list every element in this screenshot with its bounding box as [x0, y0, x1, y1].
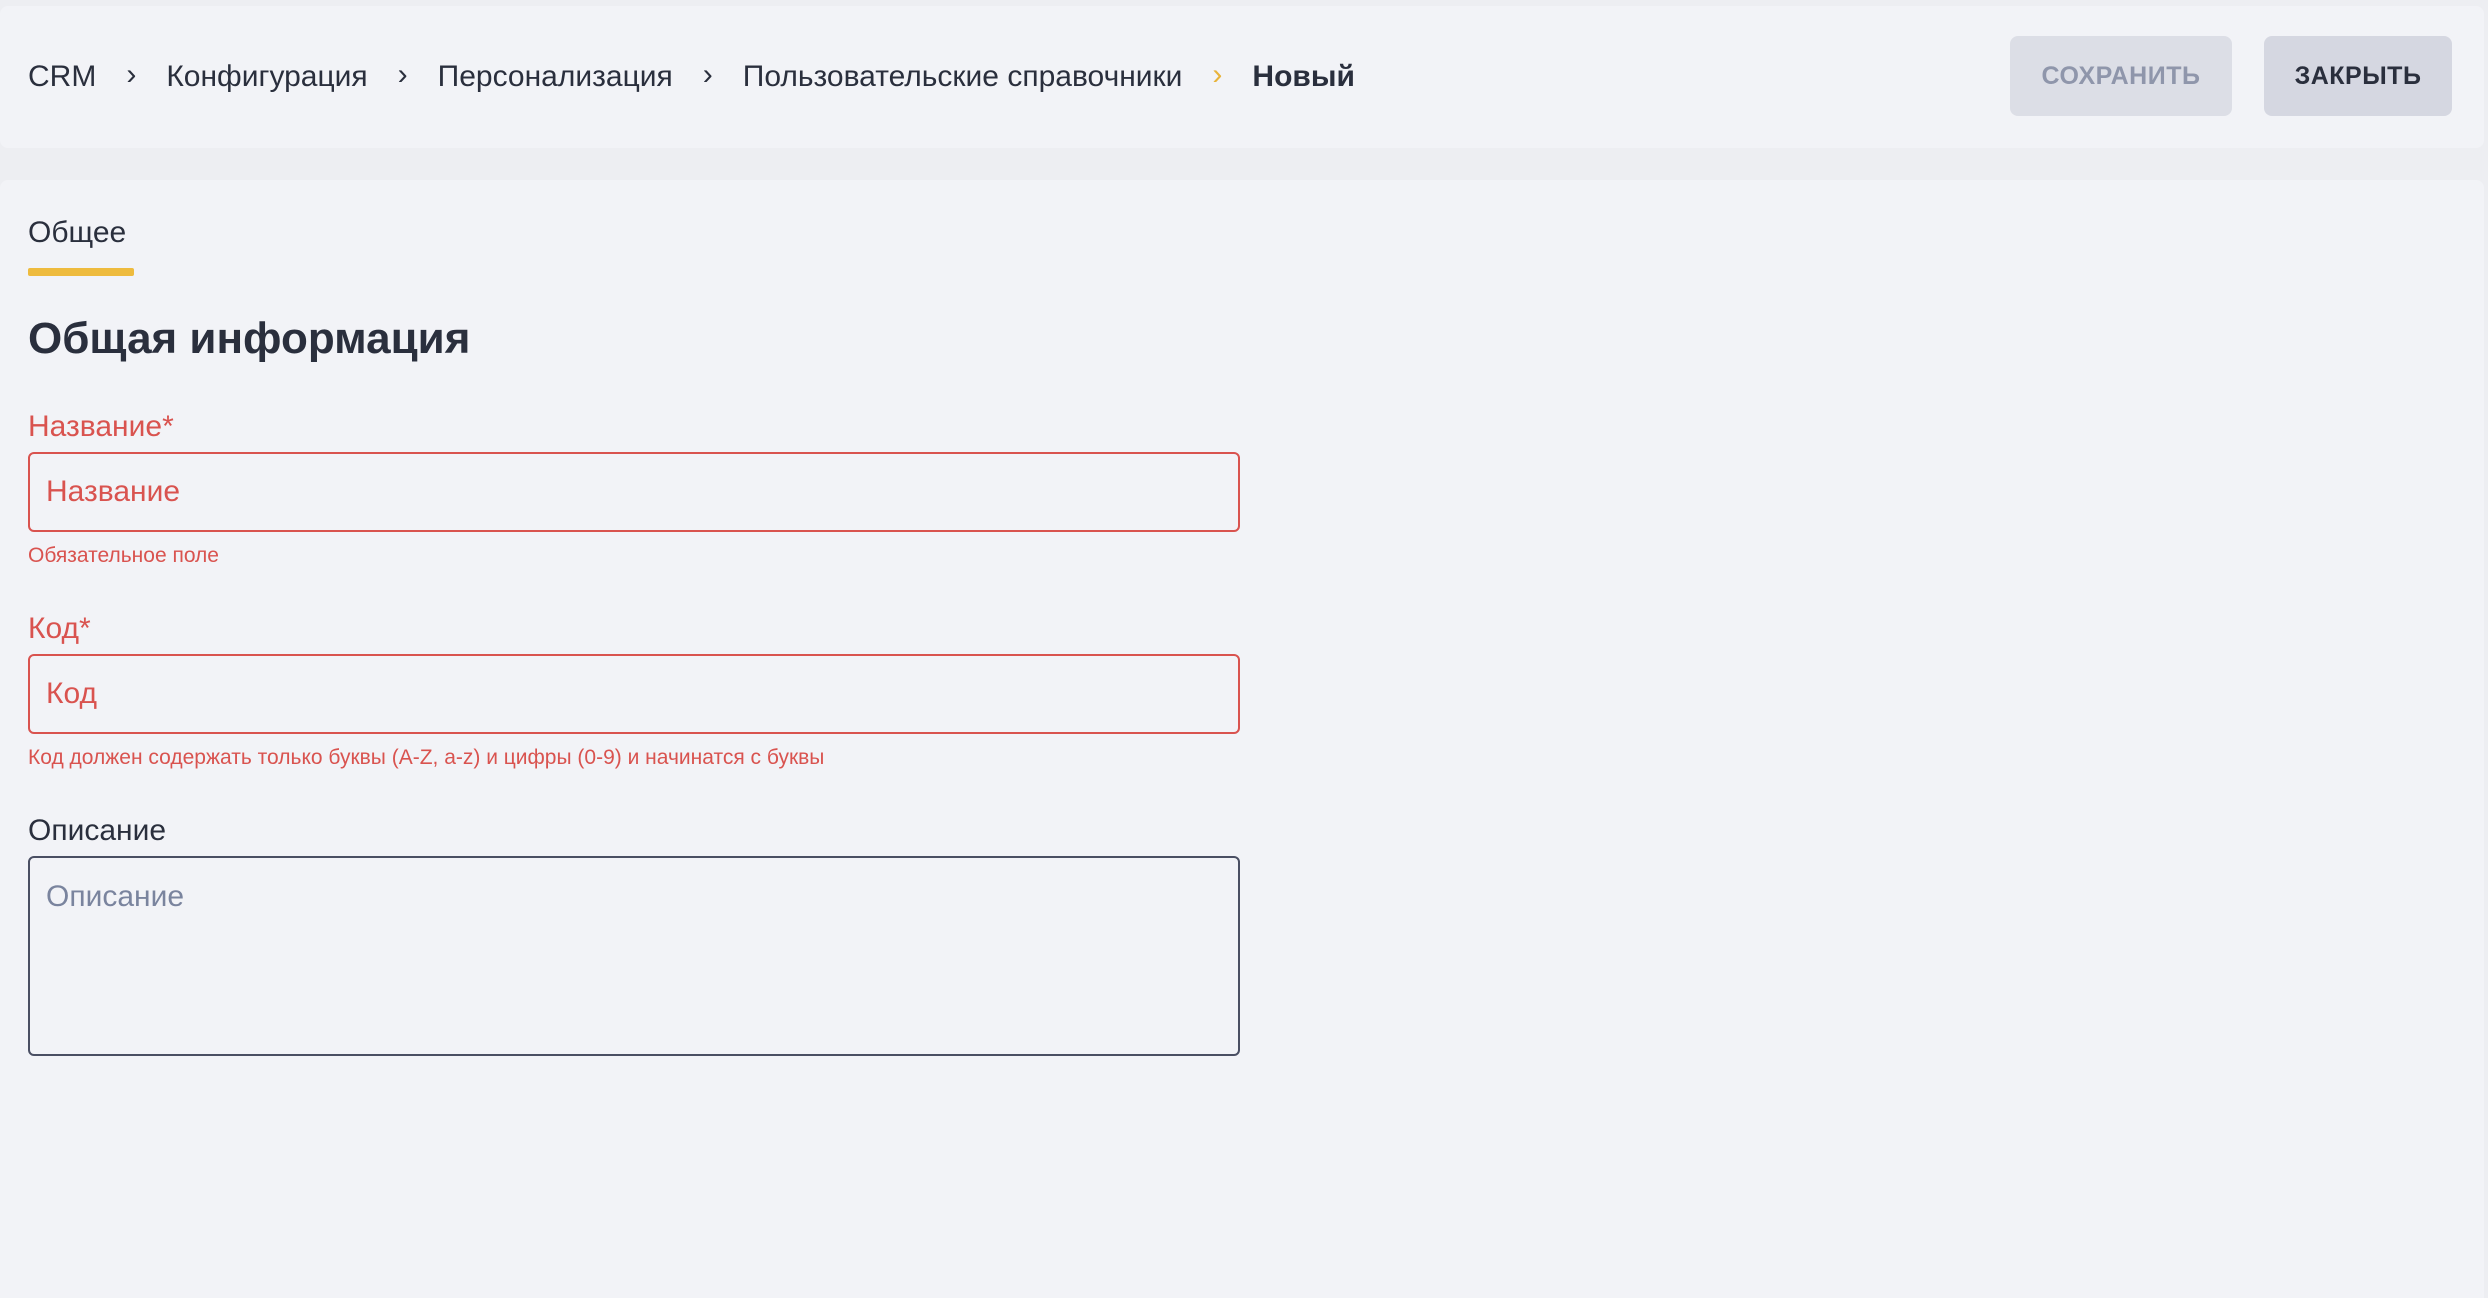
close-button[interactable]: ЗАКРЫТЬ [2264, 36, 2452, 116]
tab-general[interactable]: Общее [28, 216, 126, 250]
chevron-right-icon: › [397, 58, 408, 91]
breadcrumb-item-crm[interactable]: CRM [28, 60, 96, 94]
breadcrumb-item-custom-dictionaries[interactable]: Пользовательские справочники [743, 60, 1183, 94]
name-label: Название* [28, 410, 174, 443]
name-input[interactable] [28, 452, 1240, 532]
form-panel: Общее Общая информация Название* Обязате… [0, 180, 2484, 1298]
code-label: Код* [28, 612, 91, 645]
code-input[interactable] [28, 654, 1240, 734]
breadcrumb-current: Новый [1252, 60, 1355, 93]
breadcrumb: CRM › Конфигурация › Персонализация › По… [28, 6, 1355, 148]
description-textarea[interactable] [28, 856, 1240, 1056]
chevron-right-icon: › [702, 58, 713, 91]
breadcrumb-item-personalization[interactable]: Персонализация [438, 60, 673, 94]
top-bar: CRM › Конфигурация › Персонализация › По… [0, 6, 2484, 148]
name-error-message: Обязательное поле [28, 544, 219, 567]
description-label: Описание [28, 814, 167, 847]
code-error-message: Код должен содержать только буквы (A-Z, … [28, 746, 825, 769]
chevron-right-icon: › [1212, 58, 1223, 91]
active-tab-indicator [28, 268, 134, 276]
save-button[interactable]: СОХРАНИТЬ [2010, 36, 2232, 116]
chevron-right-icon: › [126, 58, 137, 91]
breadcrumb-item-configuration[interactable]: Конфигурация [166, 60, 367, 94]
section-title: Общая информация [28, 314, 471, 363]
